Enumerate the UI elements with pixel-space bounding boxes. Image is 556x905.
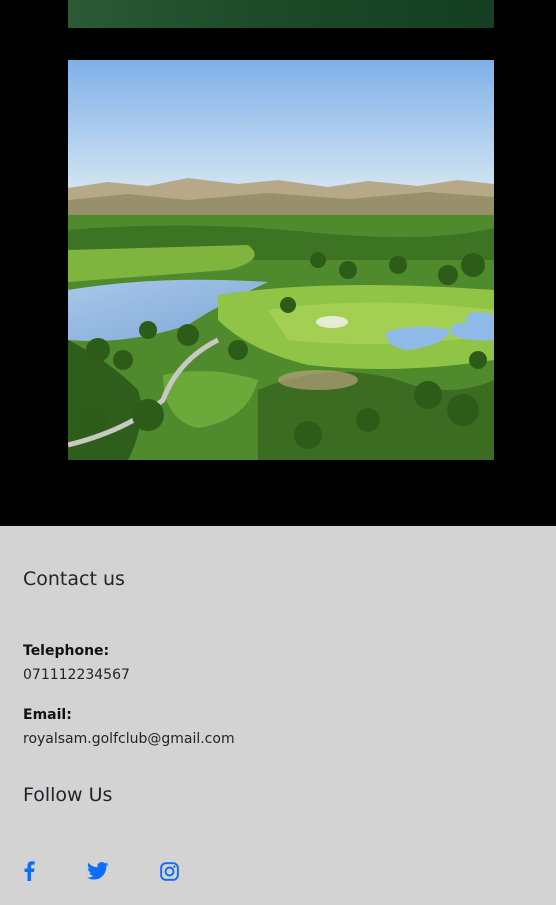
email-label: Email:	[23, 707, 72, 723]
gallery-image-top	[68, 0, 494, 28]
twitter-icon	[87, 862, 109, 880]
facebook-link[interactable]	[20, 860, 38, 882]
golf-course-image	[68, 60, 494, 460]
instagram-icon	[159, 861, 179, 881]
twitter-link[interactable]	[86, 860, 110, 882]
follow-heading: Follow Us	[23, 784, 113, 806]
facebook-icon	[24, 861, 35, 881]
contact-heading: Contact us	[23, 568, 125, 590]
email-value: royalsam.golfclub@gmail.com	[23, 731, 235, 747]
telephone-label: Telephone:	[23, 643, 110, 659]
footer: Contact us Telephone: 071112234567 Email…	[0, 526, 556, 905]
telephone-value: 071112234567	[23, 667, 130, 683]
instagram-link[interactable]	[158, 860, 180, 882]
